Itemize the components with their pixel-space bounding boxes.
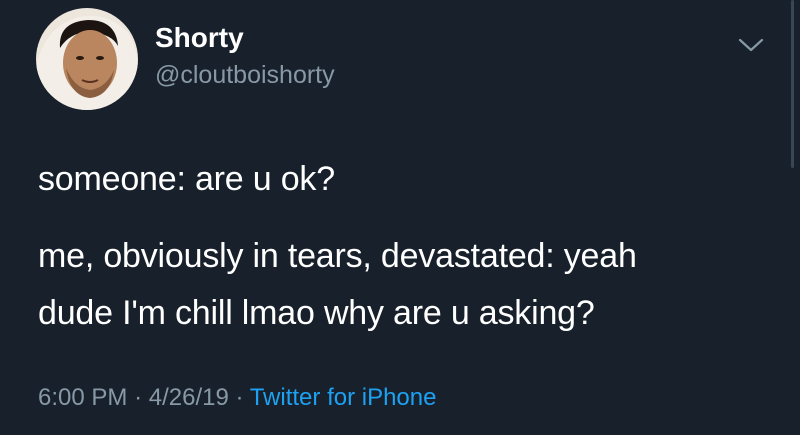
display-name[interactable]: Shorty — [155, 22, 244, 54]
user-handle[interactable]: @cloutboishorty — [155, 61, 335, 90]
tweet-text-line: me, obviously in tears, devastated: yeah — [38, 237, 637, 275]
scrollbar[interactable] — [791, 0, 794, 168]
tweet-time[interactable]: 6:00 PM — [38, 384, 127, 411]
tweet-card: Shorty @cloutboishorty someone: are u ok… — [0, 0, 800, 435]
tweet-source-link[interactable]: Twitter for iPhone — [250, 384, 437, 411]
avatar-image — [36, 8, 138, 110]
meta-separator: · — [235, 384, 244, 411]
avatar[interactable] — [36, 8, 138, 110]
chevron-down-icon[interactable] — [737, 36, 765, 54]
meta-separator: · — [134, 384, 143, 411]
tweet-date[interactable]: 4/26/19 — [149, 384, 229, 411]
tweet-text-line: someone: are u ok? — [38, 160, 335, 198]
tweet-meta: 6:00 PM · 4/26/19 · Twitter for iPhone — [38, 384, 436, 412]
tweet-text-line: dude I'm chill lmao why are u asking? — [38, 294, 595, 332]
